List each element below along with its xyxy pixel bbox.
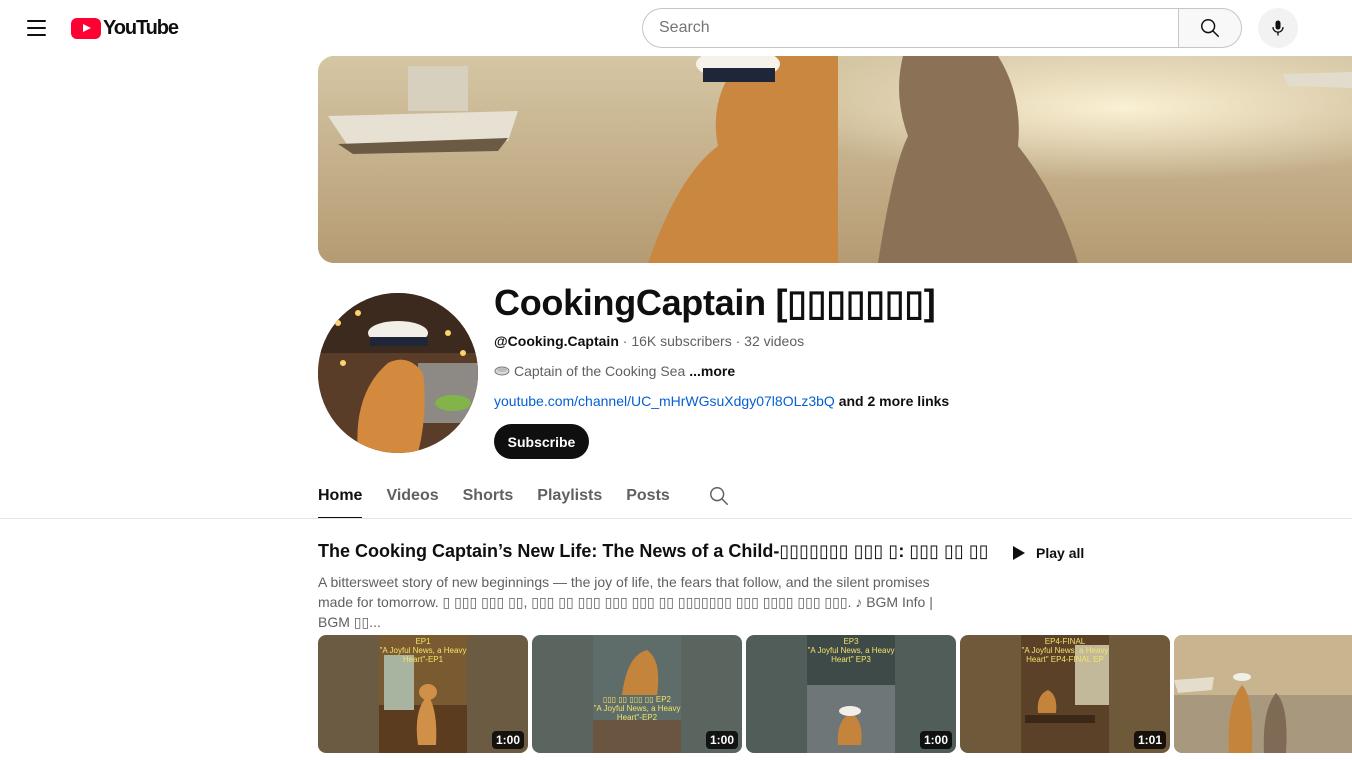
tab-playlists[interactable]: Playlists bbox=[537, 472, 602, 519]
meta-separator: · bbox=[735, 333, 745, 349]
voice-search-button[interactable] bbox=[1258, 8, 1298, 48]
channel-link[interactable]: youtube.com/channel/UC_mHrWGsuXdgy07l8OL… bbox=[494, 393, 835, 409]
video-thumbnail[interactable]: EP3 "A Joyful News, a Heavy Heart" EP3 1… bbox=[746, 635, 956, 753]
search-icon bbox=[1201, 19, 1219, 37]
video-thumbnail[interactable]: EP4-FINAL "A Joyful News, a Heavy Heart"… bbox=[960, 635, 1170, 753]
video-duration: 1:00 bbox=[919, 731, 952, 749]
description-more-link[interactable]: ...more bbox=[689, 363, 735, 379]
play-all-label: Play all bbox=[1036, 545, 1085, 561]
tab-shorts[interactable]: Shorts bbox=[463, 472, 514, 519]
subscriber-count: 16K subscribers bbox=[631, 333, 732, 349]
tabs-divider bbox=[0, 518, 1352, 519]
play-all-button[interactable]: Play all bbox=[1000, 537, 1096, 569]
masthead: YouTube bbox=[0, 0, 1352, 56]
pot-icon bbox=[494, 366, 510, 376]
video-duration: 1:01 bbox=[1133, 731, 1166, 749]
search-icon bbox=[709, 486, 728, 505]
channel-meta: @Cooking.Captain · 16K subscribers · 32 … bbox=[494, 333, 804, 349]
more-links[interactable]: and 2 more links bbox=[839, 393, 949, 409]
video-thumbnail[interactable]: ▯▯▯ ▯▯ ▯▯▯ ▯▯ EP2 "A Joyful News, a Heav… bbox=[532, 635, 742, 753]
logo-text: YouTube bbox=[103, 16, 179, 39]
playlist-description: A bittersweet story of new beginnings — … bbox=[318, 574, 933, 630]
thumbnail-caption: EP1 "A Joyful News, a Heavy Heart"-EP1 bbox=[379, 637, 467, 664]
microphone-icon bbox=[1272, 20, 1284, 36]
search-button[interactable] bbox=[1178, 8, 1242, 48]
playlist-title[interactable]: The Cooking Captain’s New Life: The News… bbox=[318, 541, 989, 562]
video-duration: 1:00 bbox=[491, 731, 524, 749]
video-count: 32 videos bbox=[744, 333, 805, 349]
video-thumbnail[interactable] bbox=[1174, 635, 1352, 753]
thumbnail-image bbox=[1174, 635, 1352, 753]
menu-icon[interactable] bbox=[16, 8, 56, 48]
channel-handle: @Cooking.Captain bbox=[494, 333, 619, 349]
channel-banner bbox=[318, 56, 1352, 263]
youtube-logo[interactable]: YouTube bbox=[71, 16, 179, 39]
subscribe-button[interactable]: Subscribe bbox=[494, 424, 589, 459]
thumbnail-caption: EP4-FINAL "A Joyful News, a Heavy Heart"… bbox=[1021, 637, 1109, 664]
play-icon bbox=[1013, 546, 1025, 560]
search-box bbox=[642, 8, 1179, 48]
thumbnail-caption: ▯▯▯ ▯▯ ▯▯▯ ▯▯ EP2 "A Joyful News, a Heav… bbox=[593, 695, 681, 722]
channel-tabs: Home Videos Shorts Playlists Posts bbox=[318, 472, 730, 519]
tab-home[interactable]: Home bbox=[318, 472, 363, 519]
thumbnail-caption: EP3 "A Joyful News, a Heavy Heart" EP3 bbox=[807, 637, 895, 664]
channel-avatar[interactable] bbox=[318, 293, 478, 453]
youtube-play-icon bbox=[71, 17, 101, 39]
tab-videos[interactable]: Videos bbox=[386, 472, 438, 519]
banner-image bbox=[318, 56, 1352, 263]
channel-links: youtube.com/channel/UC_mHrWGsuXdgy07l8OL… bbox=[494, 393, 949, 409]
description-text: Captain of the Cooking Sea bbox=[514, 363, 686, 379]
avatar-image bbox=[318, 293, 478, 453]
channel-description[interactable]: Captain of the Cooking Sea ...more bbox=[494, 363, 735, 379]
search-input[interactable] bbox=[643, 9, 1179, 47]
tab-search[interactable] bbox=[708, 472, 730, 519]
video-duration: 1:00 bbox=[705, 731, 738, 749]
channel-name: CookingCaptain [▯▯▯▯▯▯▯] bbox=[494, 282, 936, 323]
tab-posts[interactable]: Posts bbox=[626, 472, 670, 519]
video-thumbnail[interactable]: EP1 "A Joyful News, a Heavy Heart"-EP1 1… bbox=[318, 635, 528, 753]
